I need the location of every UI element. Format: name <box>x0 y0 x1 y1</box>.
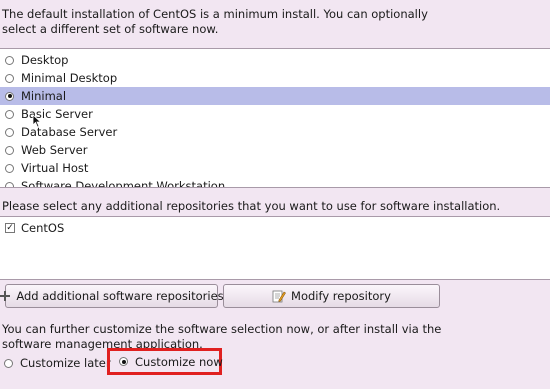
customize-later-option[interactable]: Customize later <box>4 354 111 372</box>
repo-prompt: Please select any additional repositorie… <box>2 199 501 213</box>
customize-description: You can further customize the software s… <box>2 322 442 351</box>
radio-database-server[interactable] <box>5 127 14 137</box>
radio-customize-now[interactable] <box>119 357 128 366</box>
radio-dev-workstation[interactable] <box>5 181 14 187</box>
radio-minimal[interactable] <box>5 91 14 101</box>
software-set-label: Software Development Workstation <box>21 179 226 188</box>
intro-text: The default installation of CentOS is a … <box>2 7 428 36</box>
software-set-label: Virtual Host <box>21 161 89 175</box>
mouse-cursor-icon <box>32 114 42 128</box>
software-set-list[interactable]: Desktop Minimal Desktop Minimal Basic Se… <box>0 48 550 188</box>
software-set-web-server[interactable]: Web Server <box>0 141 550 159</box>
modify-repository-label: Modify repository <box>291 289 391 303</box>
customize-now-option[interactable]: Customize now <box>107 348 223 375</box>
add-repositories-label: Add additional software repositories <box>16 289 224 303</box>
radio-web-server[interactable] <box>5 145 14 155</box>
add-repositories-button[interactable]: Add additional software repositories <box>0 284 224 308</box>
repository-list[interactable]: ✓ CentOS <box>0 216 550 280</box>
software-set-dev-workstation[interactable]: Software Development Workstation <box>0 177 550 188</box>
software-set-label: Web Server <box>21 143 88 157</box>
radio-desktop[interactable] <box>5 55 14 65</box>
edit-document-icon <box>272 289 286 303</box>
software-set-minimal-desktop[interactable]: Minimal Desktop <box>0 69 550 87</box>
software-set-label: Minimal <box>21 89 67 103</box>
software-set-basic-server[interactable]: Basic Server <box>0 105 550 123</box>
plus-icon <box>0 290 11 302</box>
radio-virtual-host[interactable] <box>5 163 14 173</box>
repo-item-centos[interactable]: ✓ CentOS <box>0 219 550 237</box>
customize-now-label: Customize now <box>135 354 223 369</box>
repo-label: CentOS <box>21 221 65 235</box>
repo-checkbox[interactable]: ✓ <box>5 223 15 233</box>
customize-later-label: Customize later <box>20 356 111 370</box>
software-set-database-server[interactable]: Database Server <box>0 123 550 141</box>
radio-basic-server[interactable] <box>5 109 14 119</box>
software-set-virtual-host[interactable]: Virtual Host <box>0 159 550 177</box>
modify-repository-button[interactable]: Modify repository <box>223 284 440 308</box>
software-set-label: Desktop <box>21 53 69 67</box>
radio-minimal-desktop[interactable] <box>5 73 14 83</box>
radio-customize-later[interactable] <box>4 358 13 368</box>
software-set-minimal[interactable]: Minimal <box>0 87 550 105</box>
software-set-desktop[interactable]: Desktop <box>0 51 550 69</box>
software-set-label: Minimal Desktop <box>21 71 118 85</box>
